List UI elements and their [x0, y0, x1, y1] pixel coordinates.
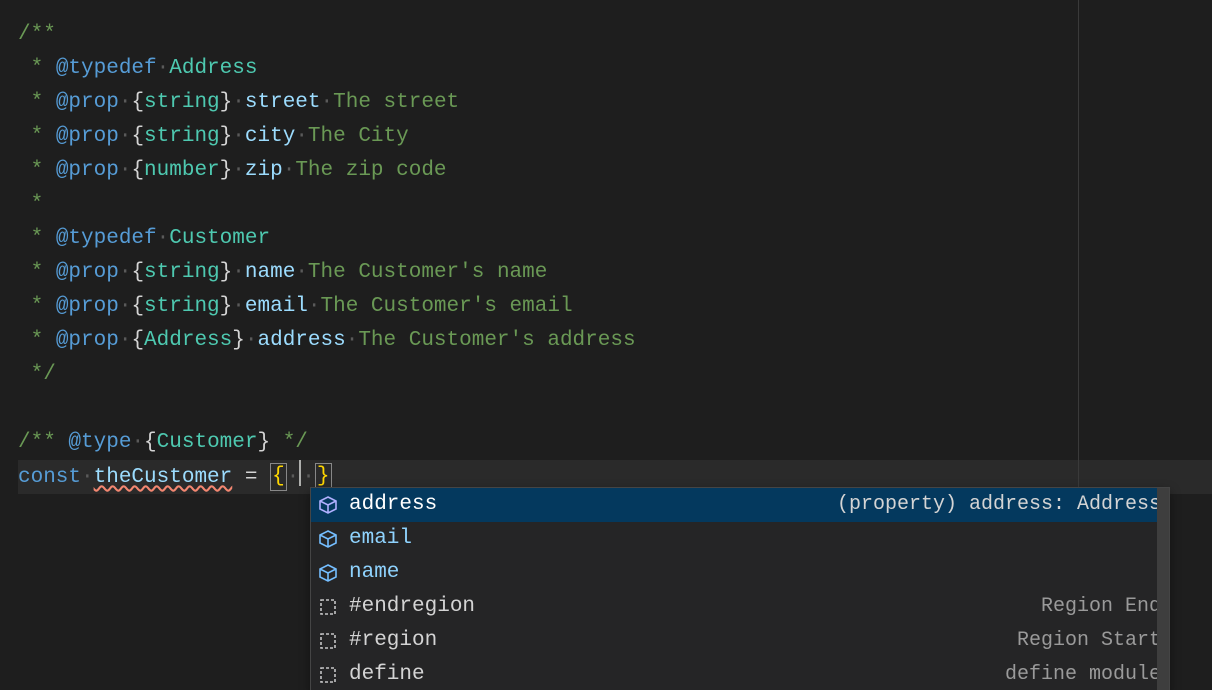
suggest-item-endregion[interactable]: #endregion Region End: [311, 590, 1169, 624]
comment-text: /**: [18, 23, 56, 46]
bracket-match-open: {: [270, 463, 287, 491]
code-line: */: [18, 358, 1212, 392]
suggest-label: address: [349, 488, 437, 522]
code-editor[interactable]: /** * @typedef·Address * @prop·{string}·…: [0, 0, 1212, 690]
suggest-item-define[interactable]: define define module: [311, 658, 1169, 690]
suggest-detail: define module: [1005, 658, 1161, 690]
code-line: *: [18, 188, 1212, 222]
code-line: * @typedef·Address: [18, 52, 1212, 86]
suggest-label: name: [349, 556, 399, 590]
property-icon: [317, 562, 339, 584]
suggest-item-email[interactable]: email: [311, 522, 1169, 556]
error-squiggle: theCustomer: [94, 466, 233, 489]
code-line: [18, 392, 1212, 426]
snippet-icon: [317, 630, 339, 652]
suggest-detail: Region End: [1041, 590, 1161, 624]
property-icon: [317, 494, 339, 516]
suggest-detail: (property) address: Address: [837, 488, 1161, 522]
snippet-icon: [317, 596, 339, 618]
snippet-icon: [317, 664, 339, 686]
suggest-item-name[interactable]: name: [311, 556, 1169, 590]
autocomplete-popup[interactable]: address (property) address: Address emai…: [310, 487, 1170, 690]
code-line: /**: [18, 18, 1212, 52]
suggest-label: define: [349, 658, 425, 690]
suggest-label: email: [349, 522, 412, 556]
code-line: * @prop·{Address}·address·The Customer's…: [18, 324, 1212, 358]
suggest-detail: Region Start: [1017, 624, 1161, 658]
suggest-label: #endregion: [349, 590, 475, 624]
suggest-scrollbar[interactable]: [1157, 488, 1169, 690]
code-line: * @prop·{string}·email·The Customer's em…: [18, 290, 1212, 324]
suggest-label: #region: [349, 624, 437, 658]
code-line: * @prop·{string}·city·The City: [18, 120, 1212, 154]
code-line: * @prop·{number}·zip·The zip code: [18, 154, 1212, 188]
suggest-item-address[interactable]: address (property) address: Address: [311, 488, 1169, 522]
suggest-item-region[interactable]: #region Region Start: [311, 624, 1169, 658]
code-line: * @prop·{string}·street·The street: [18, 86, 1212, 120]
code-line: * @prop·{string}·name·The Customer's nam…: [18, 256, 1212, 290]
text-cursor: [299, 460, 301, 486]
code-line: /** @type·{Customer} */: [18, 426, 1212, 460]
property-icon: [317, 528, 339, 550]
code-line: * @typedef·Customer: [18, 222, 1212, 256]
